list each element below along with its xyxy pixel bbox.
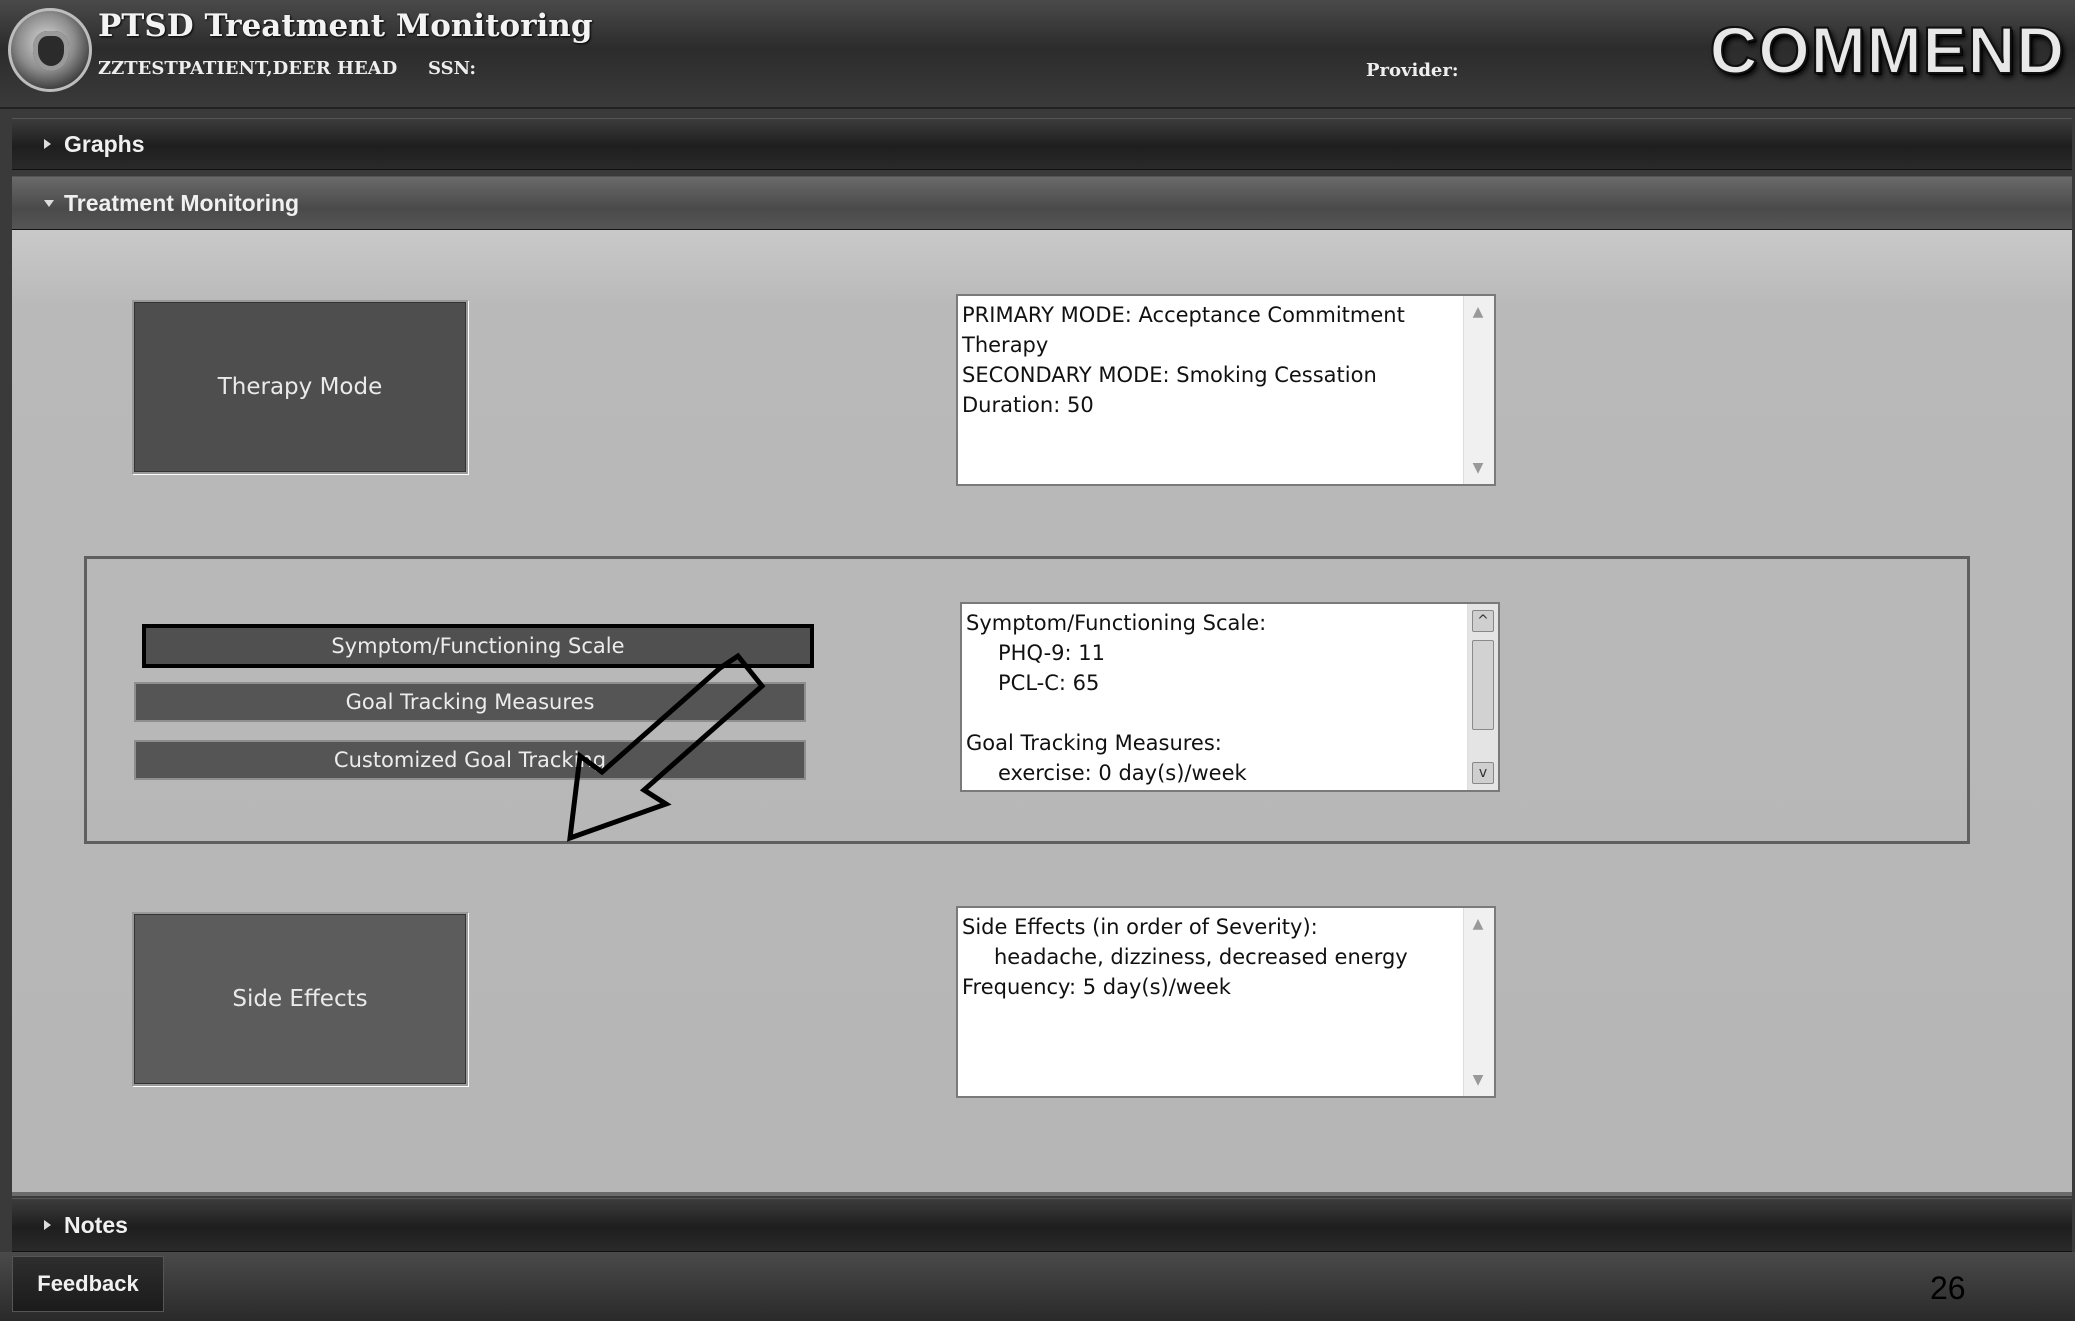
goal-heading: Goal Tracking Measures:: [966, 731, 1222, 755]
scroll-down-icon[interactable]: ▼: [1468, 458, 1488, 478]
triangle-right-icon: [44, 1220, 51, 1230]
brand-logo: COMMEND: [1709, 12, 2065, 88]
section-treatment-monitoring-label: Treatment Monitoring: [64, 189, 300, 216]
scrollbar[interactable]: ▲ ▼: [1463, 296, 1494, 484]
therapy-mode-button[interactable]: Therapy Mode: [132, 300, 468, 474]
side-effects-heading: Side Effects (in order of Severity):: [962, 915, 1318, 939]
phq9-value: PHQ-9: 11: [998, 641, 1105, 665]
ssn-label: SSN:: [428, 58, 477, 79]
scroll-down-icon[interactable]: ▼: [1468, 1070, 1488, 1090]
symptom-heading: Symptom/Functioning Scale:: [966, 611, 1267, 635]
section-treatment-monitoring-header[interactable]: Treatment Monitoring: [12, 176, 2072, 230]
app-title: PTSD Treatment Monitoring: [98, 8, 593, 44]
exercise-value: exercise: 0 day(s)/week: [998, 761, 1247, 785]
therapy-line: Duration: 50: [962, 393, 1094, 417]
outline-arrow-icon: [567, 652, 766, 842]
therapy-line: Therapy: [962, 333, 1049, 357]
triangle-right-icon: [44, 139, 51, 149]
pclc-value: PCL-C: 65: [998, 671, 1100, 695]
footer: [0, 1252, 2075, 1321]
scroll-down-icon[interactable]: v: [1472, 762, 1494, 784]
patient-name: ZZTESTPATIENT,DEER HEAD: [98, 58, 398, 79]
therapy-line: SECONDARY MODE: Smoking Cessation: [962, 363, 1377, 387]
therapy-line: PRIMARY MODE: Acceptance Commitment: [962, 303, 1405, 327]
side-effects-list: headache, dizziness, decreased energy: [994, 945, 1408, 969]
va-seal-icon: [8, 8, 92, 92]
slide-number: 26: [1930, 1270, 1966, 1306]
side-effects-textbox[interactable]: Side Effects (in order of Severity): hea…: [956, 906, 1496, 1098]
scroll-up-icon[interactable]: ^: [1472, 610, 1494, 632]
section-notes-label: Notes: [64, 1211, 128, 1238]
scrollbar[interactable]: ^ v: [1467, 604, 1498, 790]
section-graphs-header[interactable]: Graphs: [12, 118, 2072, 170]
section-notes-header[interactable]: Notes: [12, 1198, 2072, 1252]
scroll-thumb[interactable]: [1472, 640, 1494, 730]
therapy-mode-textbox[interactable]: PRIMARY MODE: Acceptance Commitment Ther…: [956, 294, 1496, 486]
side-effects-frequency: Frequency: 5 day(s)/week: [962, 975, 1231, 999]
treatment-monitoring-panel: Therapy Mode PRIMARY MODE: Acceptance Co…: [12, 230, 2072, 1196]
side-effects-button[interactable]: Side Effects: [132, 912, 468, 1086]
section-graphs-label: Graphs: [64, 130, 145, 157]
feedback-button[interactable]: Feedback: [12, 1256, 164, 1312]
app-header: PTSD Treatment Monitoring ZZTESTPATIENT,…: [0, 0, 2075, 109]
scroll-up-icon[interactable]: ▲: [1468, 914, 1488, 934]
scroll-up-icon[interactable]: ▲: [1468, 302, 1488, 322]
triangle-down-icon: [44, 199, 54, 207]
scrollbar[interactable]: ▲ ▼: [1463, 908, 1494, 1096]
provider-label: Provider:: [1366, 60, 1459, 81]
symptom-textbox[interactable]: Symptom/Functioning Scale: PHQ-9: 11 PCL…: [960, 602, 1500, 792]
